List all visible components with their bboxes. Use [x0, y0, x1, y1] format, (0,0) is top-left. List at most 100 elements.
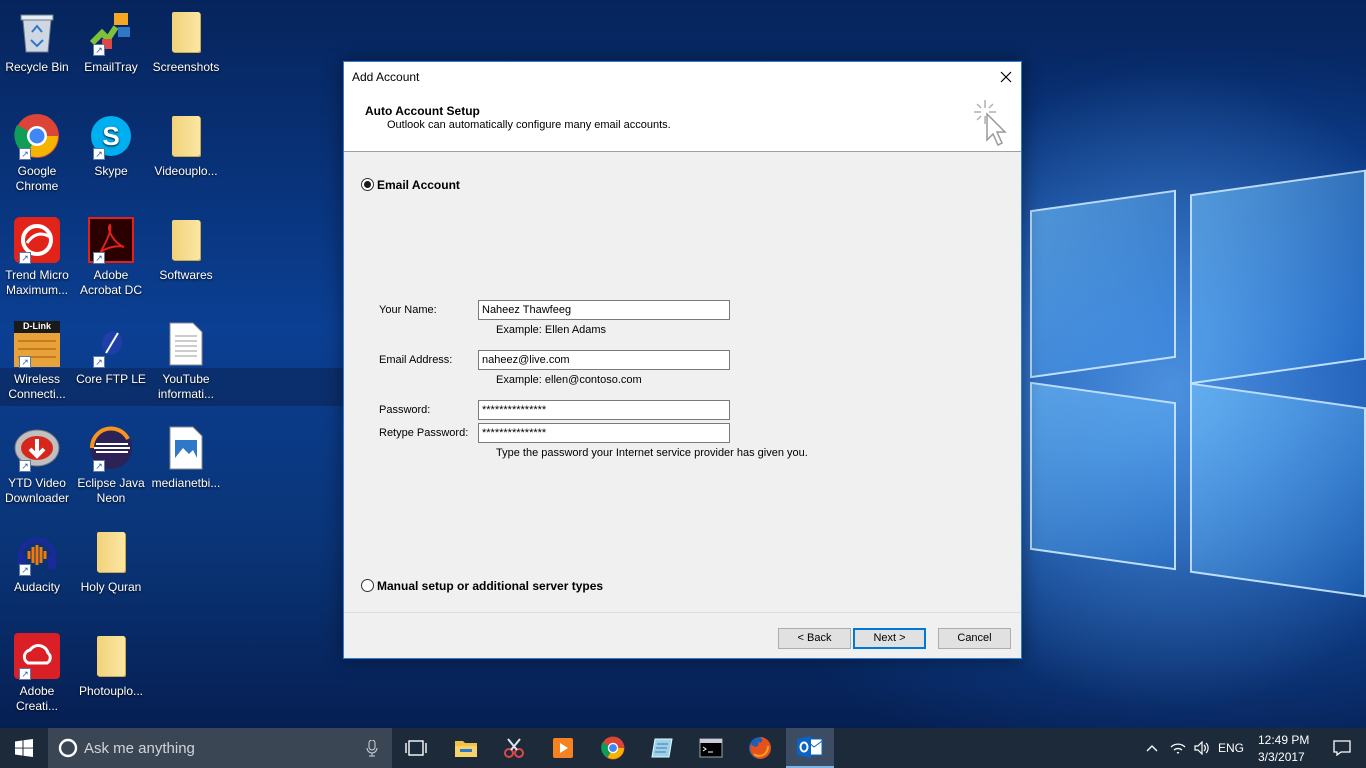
notepad-app-button[interactable] [638, 728, 686, 768]
retype-password-label: Retype Password: [379, 427, 469, 439]
footer-divider [344, 612, 1021, 613]
close-button[interactable] [991, 62, 1021, 92]
notification-icon [1333, 740, 1351, 756]
email-account-radio[interactable] [361, 178, 374, 191]
email-address-hint: Example: ellen@contoso.com [496, 374, 642, 386]
desktop-icon-label: Softwares [159, 268, 213, 282]
task-view-button[interactable] [392, 728, 440, 768]
desktop-icon-medianetbi[interactable]: medianetbi... [149, 424, 223, 491]
search-placeholder: Ask me anything [84, 740, 195, 757]
desktop-icon-label: medianetbi... [151, 476, 221, 490]
your-name-label: Your Name: [379, 304, 437, 316]
wifi-icon [1170, 743, 1186, 754]
desktop-icon-label: Google Chrome [15, 164, 59, 193]
file-explorer-button[interactable] [442, 728, 490, 768]
audacity-icon: ↗ [13, 528, 61, 576]
retype-password-input[interactable] [478, 423, 730, 443]
cursor-sparkle-icon [971, 98, 1009, 151]
manual-setup-radio[interactable] [361, 579, 374, 592]
eclipse-icon: ↗ [87, 424, 135, 472]
desktop-icon-wireless[interactable]: D-Link ↗ Wireless Connecti... [0, 320, 74, 402]
next-button[interactable]: Next > [853, 628, 926, 649]
shortcut-arrow-icon: ↗ [93, 252, 105, 264]
volume-button[interactable] [1190, 728, 1214, 768]
shortcut-arrow-icon: ↗ [93, 148, 105, 160]
desktop-icon-label: Recycle Bin [5, 60, 69, 74]
clock-date[interactable]: 3/3/2017 [1258, 750, 1305, 764]
password-label: Password: [379, 404, 431, 416]
shortcut-arrow-icon: ↗ [19, 460, 31, 472]
file-explorer-icon [455, 741, 477, 757]
desktop-icon-photouploads[interactable]: Photouplo... [74, 632, 148, 699]
action-center-button[interactable] [1318, 728, 1366, 768]
network-button[interactable] [1166, 728, 1190, 768]
email-account-label: Email Account [377, 178, 460, 192]
cortana-search-box[interactable]: Ask me anything [48, 728, 392, 768]
trend-micro-icon: ↗ [13, 216, 61, 264]
command-prompt-button[interactable] [687, 728, 735, 768]
microphone-icon[interactable] [366, 740, 378, 757]
your-name-hint: Example: Ellen Adams [496, 324, 607, 336]
show-hidden-icons-button[interactable] [1140, 728, 1164, 768]
desktop-icon-adobe-creative-cloud[interactable]: ↗ Adobe Creati... [0, 632, 74, 714]
language-indicator[interactable]: ENG [1218, 741, 1244, 755]
windows-logo-pane [1030, 381, 1176, 571]
shortcut-arrow-icon: ↗ [19, 668, 31, 680]
desktop-icon-videouploads[interactable]: Videouplo... [149, 112, 223, 179]
desktop-icon-emailtray[interactable]: ↗ EmailTray [74, 8, 148, 75]
password-input[interactable] [478, 400, 730, 420]
shortcut-arrow-icon: ↗ [19, 148, 31, 160]
desktop-icon-ytd[interactable]: ↗ YTD Video Downloader [0, 424, 74, 506]
media-player-button[interactable] [539, 728, 587, 768]
close-icon [1000, 71, 1012, 83]
desktop-icon-label: EmailTray [84, 60, 138, 74]
outlook-icon [797, 736, 823, 758]
desktop-icon-label: Adobe Acrobat DC [79, 268, 143, 297]
desktop-icon-screenshots[interactable]: Screenshots [149, 8, 223, 75]
taskbar: Ask me anything ENG 12:49 PM 3/3/2017 [0, 728, 1366, 768]
desktop-icon-core-ftp[interactable]: ↗ Core FTP LE [74, 320, 148, 387]
emailtray-icon: ↗ [87, 8, 135, 56]
email-address-label: Email Address: [379, 354, 453, 366]
your-name-input[interactable] [478, 300, 730, 320]
desktop-icon-skype[interactable]: S ↗ Skype [74, 112, 148, 179]
desktop-icon-label: Skype [94, 164, 128, 178]
speaker-icon [1194, 741, 1209, 755]
snipping-tool-icon [504, 738, 524, 758]
firefox-button[interactable] [736, 728, 784, 768]
manual-setup-label: Manual setup or additional server types [377, 579, 604, 593]
shortcut-arrow-icon: ↗ [19, 252, 31, 264]
skype-icon: S ↗ [87, 112, 135, 160]
desktop-icon-trend-micro[interactable]: ↗ Trend Micro Maximum... [0, 216, 74, 298]
desktop-icon-recycle-bin[interactable]: Recycle Bin [0, 8, 74, 75]
dialog-titlebar[interactable]: Add Account [344, 62, 1021, 92]
desktop-icon-youtube-info[interactable]: YouTube informati... [149, 320, 223, 402]
start-button[interactable] [0, 728, 48, 768]
google-chrome-icon: ↗ [13, 112, 61, 160]
core-ftp-icon: ↗ [87, 320, 135, 368]
windows-logo-pane [1030, 189, 1176, 379]
folder-icon [87, 632, 135, 680]
back-button[interactable]: < Back [778, 628, 851, 649]
snipping-tool-button[interactable] [490, 728, 538, 768]
clock-time[interactable]: 12:49 PM [1258, 733, 1309, 747]
desktop-icon-audacity[interactable]: ↗ Audacity [0, 528, 74, 595]
header-subtitle: Outlook can automatically configure many… [387, 119, 671, 131]
text-document-icon [162, 320, 210, 368]
dialog-header: Auto Account Setup Outlook can automatic… [344, 92, 1021, 152]
desktop-icon-label: Core FTP LE [76, 372, 146, 386]
header-title: Auto Account Setup [365, 104, 480, 118]
desktop-icon-google-chrome[interactable]: ↗ Google Chrome [0, 112, 74, 194]
cancel-button[interactable]: Cancel [938, 628, 1011, 649]
email-address-input[interactable] [478, 350, 730, 370]
desktop-icon-adobe-acrobat[interactable]: ↗ Adobe Acrobat DC [74, 216, 148, 298]
desktop-icon-eclipse[interactable]: ↗ Eclipse Java Neon [74, 424, 148, 506]
desktop-icon-holy-quran[interactable]: Holy Quran [74, 528, 148, 595]
image-file-icon [162, 424, 210, 472]
chrome-taskbar-button[interactable] [589, 728, 637, 768]
adobe-creative-cloud-icon: ↗ [13, 632, 61, 680]
desktop-icon-softwares[interactable]: Softwares [149, 216, 223, 283]
shortcut-arrow-icon: ↗ [19, 356, 31, 368]
outlook-taskbar-button[interactable] [786, 728, 834, 768]
dialog-title: Add Account [352, 70, 420, 84]
